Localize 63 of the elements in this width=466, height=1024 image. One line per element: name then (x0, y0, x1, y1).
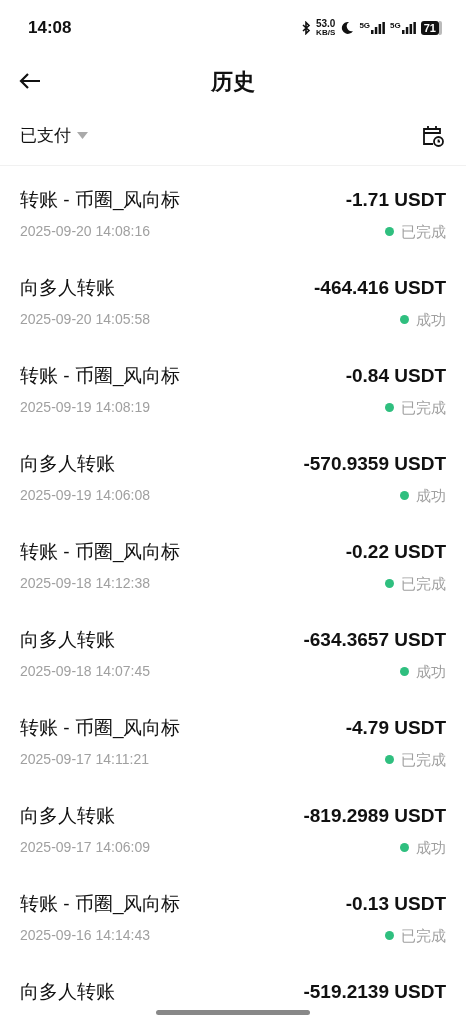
transaction-title: 向多人转账 (20, 804, 115, 828)
transaction-status: 成功 (416, 661, 446, 682)
transaction-amount: -464.416 USDT (314, 276, 446, 300)
transaction-title: 转账 - 币圈_风向标 (20, 540, 181, 565)
transaction-date: 2025-09-20 14:05:58 (20, 310, 150, 330)
transaction-status: 已完成 (401, 925, 446, 946)
transaction-date: 2025-09-18 14:07:45 (20, 662, 150, 682)
calendar-icon (421, 123, 445, 148)
transaction-amount: -0.13 USDT (345, 892, 446, 916)
filter-dropdown[interactable]: 已支付 (20, 122, 88, 149)
transaction-title: 转账 - 币圈_风向标 (20, 716, 181, 741)
transaction-title: 向多人转账 (20, 452, 115, 476)
transaction-date: 2025-09-19 14:08:19 (20, 398, 150, 418)
caret-icon (77, 132, 88, 139)
transaction-row[interactable]: 向多人转账 -519.2139 USDT (0, 958, 466, 1024)
transaction-title: 向多人转账 (20, 980, 115, 1004)
transaction-amount: -570.9359 USDT (303, 452, 446, 476)
transaction-row[interactable]: 转账 - 币圈_风向标 -0.84 USDT 2025-09-19 14:08:19 已完成 (0, 342, 466, 430)
transaction-title: 向多人转账 (20, 276, 115, 300)
transaction-row[interactable]: 转账 - 币圈_风向标 -1.71 USDT 2025-09-20 14:08:16 已完成 (0, 166, 466, 254)
transaction-row[interactable]: 转账 - 币圈_风向标 -0.22 USDT 2025-09-18 14:12:38 已完成 (0, 518, 466, 606)
transaction-row[interactable]: 向多人转账 -634.3657 USDT 2025-09-18 14:07:45 成功 (0, 606, 466, 694)
transaction-title: 转账 - 币圈_风向标 (20, 892, 181, 917)
transaction-amount: -0.84 USDT (345, 364, 446, 388)
back-arrow-icon (19, 72, 41, 90)
transaction-row[interactable]: 向多人转账 -819.2989 USDT 2025-09-17 14:06:09 成功 (0, 782, 466, 870)
moon-icon (340, 21, 355, 35)
transaction-date: 2025-09-18 14:12:38 (20, 574, 150, 594)
transaction-amount: -0.22 USDT (345, 540, 446, 564)
page-title: 历史 (211, 67, 255, 96)
transaction-date: 2025-09-17 14:11:21 (20, 750, 149, 770)
transaction-status: 已完成 (401, 573, 446, 594)
transaction-amount: -4.79 USDT (345, 716, 446, 740)
transaction-row[interactable]: 向多人转账 -464.416 USDT 2025-09-20 14:05:58 成功 (0, 254, 466, 342)
transaction-row[interactable]: 转账 - 币圈_风向标 -4.79 USDT 2025-09-17 14:11:21 已完成 (0, 694, 466, 782)
transaction-row[interactable]: 转账 - 币圈_风向标 -0.13 USDT 2025-09-16 14:14:43 已完成 (0, 870, 466, 958)
speed-unit: KB/S (316, 29, 336, 37)
transaction-amount: -519.2139 USDT (303, 980, 446, 1004)
transaction-status: 成功 (416, 485, 446, 506)
transaction-title: 转账 - 币圈_风向标 (20, 364, 181, 389)
bluetooth-icon (301, 21, 311, 35)
network-label: 5G (359, 22, 371, 30)
transaction-date: 2025-09-16 14:14:43 (20, 926, 150, 946)
transaction-amount: -1.71 USDT (345, 188, 446, 212)
transaction-amount: -819.2989 USDT (303, 804, 446, 828)
network-label: 5G (390, 22, 401, 30)
network-speed: 53.0 (315, 19, 336, 29)
signal-icon (401, 22, 416, 34)
transaction-status: 成功 (416, 837, 446, 858)
transaction-date: 2025-09-20 14:08:16 (20, 222, 150, 242)
transaction-status: 已完成 (401, 397, 446, 418)
transaction-date: 2025-09-19 14:06:08 (20, 486, 150, 506)
transaction-title: 转账 - 币圈_风向标 (20, 188, 181, 213)
transaction-row[interactable]: 向多人转账 -570.9359 USDT 2025-09-19 14:06:08 成功 (0, 430, 466, 518)
transaction-status: 已完成 (401, 221, 446, 242)
signal-icon (371, 22, 386, 34)
transaction-date: 2025-09-17 14:06:09 (20, 838, 150, 858)
battery-icon: 71 (420, 21, 442, 35)
transaction-amount: -634.3657 USDT (303, 628, 446, 652)
transaction-status: 已完成 (401, 749, 446, 770)
status-time: 14:08 (28, 17, 72, 40)
transaction-status: 成功 (416, 309, 446, 330)
transaction-title: 向多人转账 (20, 628, 115, 652)
